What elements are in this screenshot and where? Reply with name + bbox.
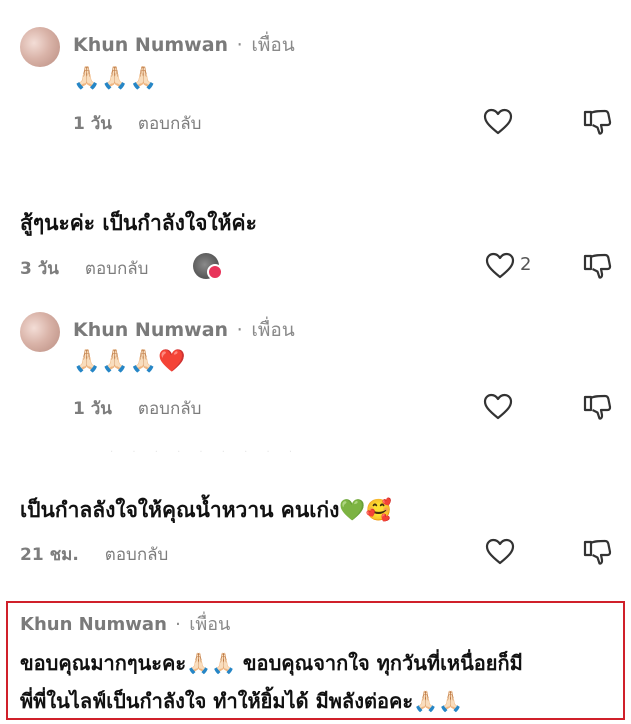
thumbs-down-outline-icon[interactable] bbox=[582, 392, 612, 422]
thumbs-down-outline-icon[interactable] bbox=[582, 251, 612, 281]
author-name[interactable]: Khun Numwan bbox=[73, 319, 228, 341]
friend-label: เพื่อน bbox=[251, 319, 295, 341]
heart-outline-icon[interactable] bbox=[485, 252, 515, 279]
comment-text: สู้ๆนะค่ะ เป็นกำลังใจให้ค่ะ bbox=[20, 211, 257, 235]
reply-button[interactable]: ตอบกลับ bbox=[138, 114, 202, 134]
creator-heart-icon bbox=[207, 264, 223, 280]
comment-meta: 1 วัน ตอบกลับ bbox=[73, 110, 201, 137]
comment-text-line-1: ขอบคุณมากๆนะคะ🙏🏻🙏🏻 ขอบคุณจากใจ ทุกวันที่… bbox=[20, 651, 523, 675]
comment-time: 21 ชม. bbox=[20, 545, 79, 565]
friend-label: เพื่อน bbox=[189, 614, 231, 635]
heart-outline-icon[interactable] bbox=[483, 393, 513, 420]
avatar[interactable] bbox=[20, 312, 60, 352]
separator-dot: · bbox=[175, 614, 181, 635]
comment-author: Khun Numwan · เพื่อน bbox=[73, 30, 295, 60]
comment-time: 1 วัน bbox=[73, 114, 112, 134]
author-name[interactable]: Khun Numwan bbox=[73, 34, 228, 56]
like-count: 2 bbox=[520, 254, 532, 275]
reply-button[interactable]: ตอบกลับ bbox=[85, 259, 149, 279]
thumbs-down-outline-icon[interactable] bbox=[582, 107, 612, 137]
separator-dot: · bbox=[236, 319, 243, 341]
comment-meta: 1 วัน ตอบกลับ bbox=[73, 395, 201, 422]
heart-outline-icon[interactable] bbox=[483, 108, 513, 135]
comment-author: Khun Numwan · เพื่อน bbox=[73, 315, 295, 345]
avatar[interactable] bbox=[20, 27, 60, 67]
comment-meta: 21 ชม. ตอบกลับ bbox=[20, 541, 168, 568]
highlighted-comment: Khun Numwan · เพื่อน ขอบคุณมากๆนะคะ🙏🏻🙏🏻 … bbox=[6, 601, 625, 720]
author-name[interactable]: Khun Numwan bbox=[20, 614, 167, 635]
friend-label: เพื่อน bbox=[251, 34, 295, 56]
reply-button[interactable]: ตอบกลับ bbox=[105, 545, 169, 565]
comment-text: 🙏🏻🙏🏻🙏🏻❤️ bbox=[73, 349, 187, 374]
heart-outline-icon[interactable] bbox=[485, 538, 515, 565]
comment-time: 1 วัน bbox=[73, 399, 112, 419]
thumbs-down-outline-icon[interactable] bbox=[582, 537, 612, 567]
comment-author: Khun Numwan · เพื่อน bbox=[20, 609, 230, 638]
comment-text: เป็นกำลลังใจให้คุณน้ำหวาน คนเก่ง💚🥰 bbox=[20, 498, 392, 522]
separator-dot: · bbox=[236, 34, 243, 56]
comment-meta: 3 วัน ตอบกลับ bbox=[20, 255, 148, 282]
divider: · · · · · · · · · bbox=[110, 447, 301, 458]
comment-time: 3 วัน bbox=[20, 259, 59, 279]
comment-text: 🙏🏻🙏🏻🙏🏻 bbox=[73, 66, 159, 91]
comment-text-line-2: พี่พี่ในไลฟ์เป็นกำลังใจ ทำให้ยิ้มได้ มีพ… bbox=[20, 689, 463, 713]
reply-button[interactable]: ตอบกลับ bbox=[138, 399, 202, 419]
